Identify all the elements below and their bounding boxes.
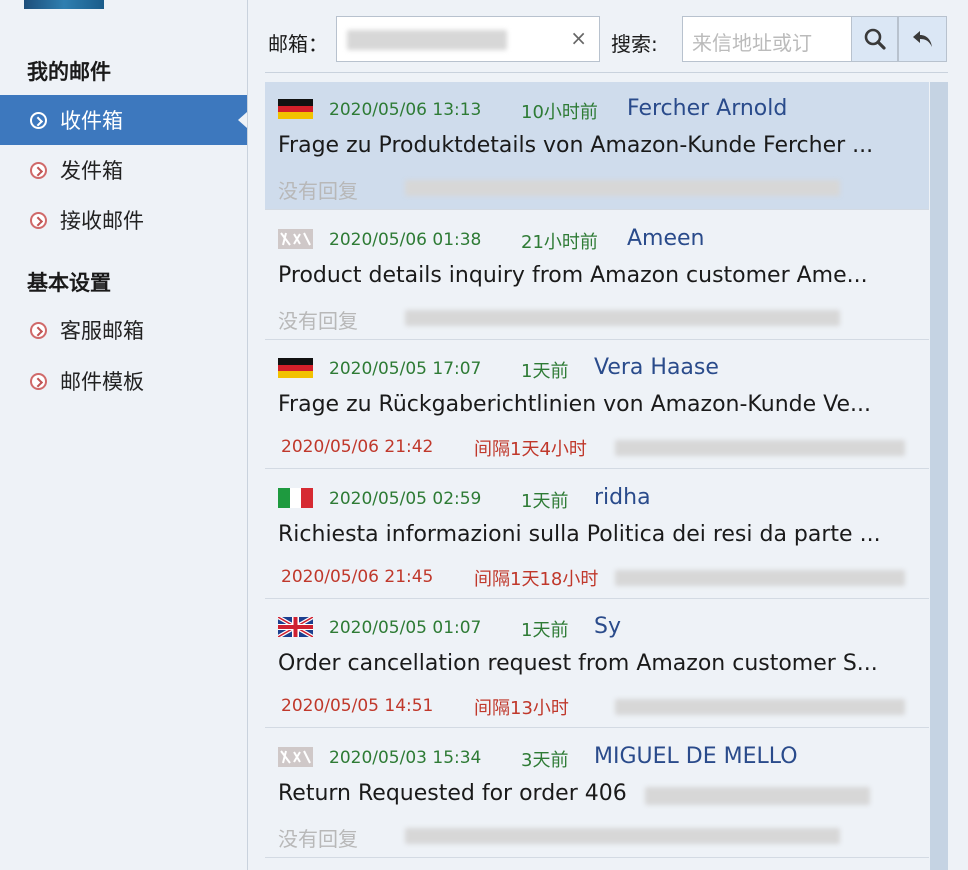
- relative-time: 10小时前: [521, 102, 598, 123]
- email-list: 2020/05/06 13:13 10小时前 Fercher Arnold Frage…: [265, 82, 929, 870]
- redacted-text: [347, 30, 507, 50]
- redacted-text: [405, 309, 840, 326]
- relative-time: 3天前: [521, 749, 569, 771]
- email-row[interactable]: 2020/05/05 02:59 1天前 ridha Richiesta inform…: [265, 470, 929, 599]
- received-date: 2020/05/03 15:34: [329, 747, 482, 768]
- unknown-flag-icon: [278, 228, 313, 249]
- received-date: 2020/05/05 01:07: [329, 618, 482, 638]
- redacted-text: [405, 180, 840, 196]
- sender-name: MIGUEL DE MELLO: [594, 743, 798, 769]
- back-button[interactable]: [898, 16, 947, 62]
- search-icon: [864, 28, 886, 50]
- email-subject: Frage zu Produktdetails von Amazon-Kunde…: [278, 133, 874, 158]
- unknown-flag-icon: [278, 746, 313, 767]
- sidebar-item-label: 邮件模板: [60, 370, 144, 394]
- received-date: 2020/05/05 17:07: [329, 359, 482, 379]
- reply-interval: 间隔13小时: [474, 698, 569, 719]
- app-logo: [24, 0, 104, 9]
- chevron-circle-icon: [30, 161, 47, 179]
- redacted-text: [615, 699, 905, 715]
- sidebar-item-label: 接收邮件: [60, 209, 144, 233]
- sidebar: 我的邮件 收件箱 发件箱 接收邮件 基本设置 客服邮箱 邮件模板: [0, 0, 248, 870]
- germany-flag-icon: [278, 99, 313, 119]
- divider: [265, 72, 948, 73]
- germany-flag-icon: [278, 358, 313, 378]
- email-subject: Richiesta informazioni sulla Politica de…: [278, 521, 881, 547]
- section-title-settings: 基本设置: [27, 271, 111, 295]
- email-row[interactable]: 2020/05/06 01:38 21小时前 Ameen Product detail…: [265, 211, 929, 340]
- relative-time: 21小时前: [521, 231, 598, 253]
- search-button[interactable]: [851, 16, 898, 62]
- uk-flag-icon: [278, 617, 313, 637]
- sidebar-item-mail-templates[interactable]: 邮件模板: [0, 356, 247, 406]
- reply-date: 2020/05/06 21:45: [281, 566, 434, 587]
- reply-status: 没有回复: [278, 308, 358, 333]
- clear-icon[interactable]: ×: [570, 26, 587, 50]
- chevron-circle-icon: [30, 372, 47, 390]
- redacted-text: [645, 786, 870, 805]
- reply-interval: 间隔1天4小时: [474, 439, 587, 460]
- email-subject: Order cancellation request from Amazon c…: [278, 651, 878, 676]
- mailbox-label: 邮箱：: [268, 32, 328, 56]
- relative-time: 1天前: [521, 361, 569, 382]
- chevron-circle-icon: [30, 321, 47, 339]
- sender-name: Ameen: [627, 225, 705, 251]
- sidebar-item-label: 发件箱: [60, 159, 123, 183]
- redacted-text: [615, 569, 905, 586]
- sidebar-item-outbox[interactable]: 发件箱: [0, 145, 247, 195]
- sidebar-item-label: 客服邮箱: [60, 319, 144, 343]
- reply-status: 没有回复: [278, 826, 358, 851]
- chevron-circle-icon: [30, 111, 47, 129]
- relative-time: 1天前: [521, 490, 569, 512]
- email-subject: Product details inquiry from Amazon cust…: [278, 262, 868, 288]
- italy-flag-icon: [278, 487, 313, 508]
- received-date: 2020/05/06 01:38: [329, 229, 482, 250]
- mailbox-select[interactable]: ×: [336, 16, 600, 62]
- sender-name: Fercher Arnold: [627, 96, 788, 121]
- email-row[interactable]: 2020/05/05 17:07 1天前 Vera Haase Frage zu Rü…: [265, 341, 929, 469]
- sender-name: ridha: [594, 484, 651, 510]
- section-title-my-mail: 我的邮件: [27, 60, 111, 84]
- sender-name: Vera Haase: [594, 355, 719, 380]
- email-row[interactable]: 2020/05/06 13:13 10小时前 Fercher Arnold Frage…: [265, 82, 929, 210]
- sidebar-item-label: 收件箱: [60, 109, 123, 133]
- reply-date: 2020/05/06 21:42: [281, 437, 434, 457]
- sidebar-item-inbox[interactable]: 收件箱: [0, 95, 247, 145]
- reply-status: 没有回复: [278, 179, 358, 203]
- received-date: 2020/05/05 02:59: [329, 488, 482, 509]
- received-date: 2020/05/06 13:13: [329, 100, 482, 120]
- sender-name: Sy: [594, 614, 621, 639]
- search-input[interactable]: 来信地址或订: [682, 16, 851, 62]
- email-row[interactable]: 2020/05/03 15:34 3天前 MIGUEL DE MELLO Return…: [265, 729, 929, 858]
- redacted-text: [405, 827, 840, 844]
- reply-arrow-icon: [912, 31, 932, 47]
- email-subject: Frage zu Rückgaberichtlinien von Amazon-…: [278, 392, 871, 417]
- relative-time: 1天前: [521, 620, 569, 641]
- search-label: 搜索:: [611, 32, 658, 56]
- email-row[interactable]: 2020/05/05 01:07 1天前 Sy Order cancellation …: [265, 600, 929, 728]
- redacted-text: [615, 440, 905, 456]
- sidebar-item-service-mailbox[interactable]: 客服邮箱: [0, 305, 247, 355]
- chevron-circle-icon: [30, 211, 47, 229]
- reply-date: 2020/05/05 14:51: [281, 696, 434, 716]
- scrollbar[interactable]: [930, 82, 948, 870]
- sidebar-item-receive-mail[interactable]: 接收邮件: [0, 195, 247, 245]
- reply-interval: 间隔1天18小时: [474, 568, 599, 590]
